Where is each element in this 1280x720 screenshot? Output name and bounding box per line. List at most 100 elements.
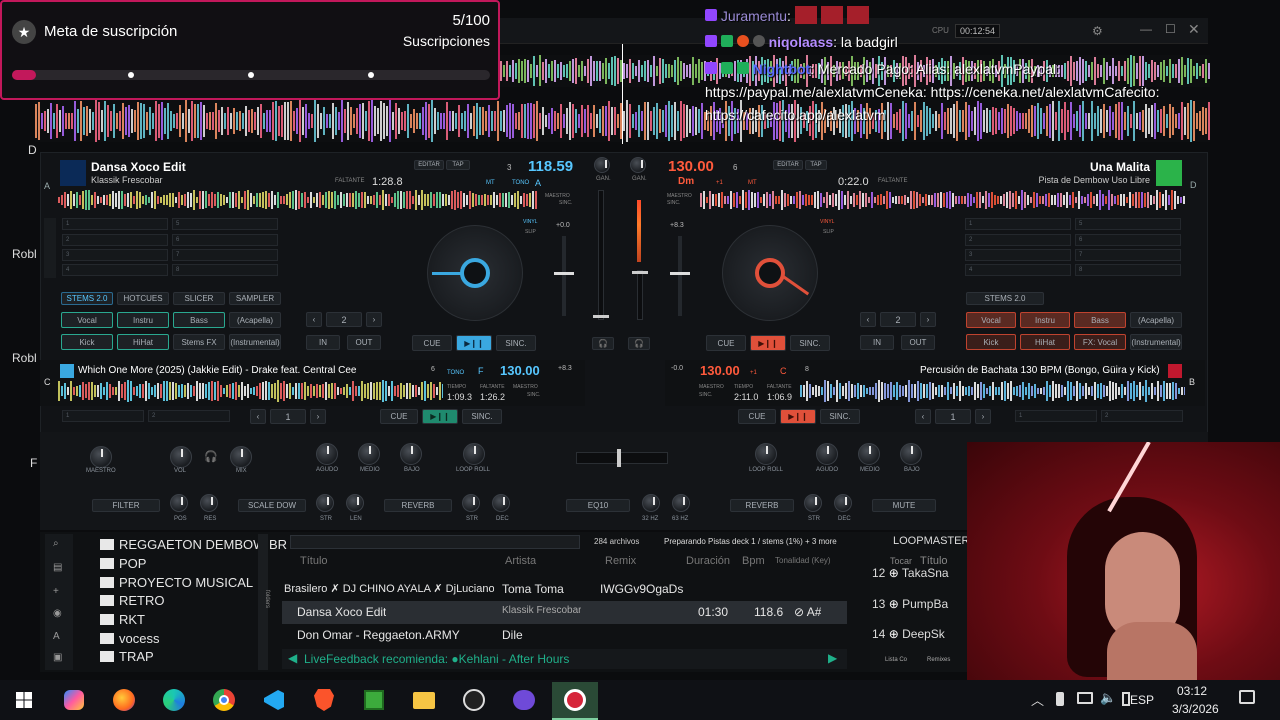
hotcue-slot[interactable]: 3 (62, 249, 168, 261)
loopmasters-lista-tab[interactable]: Lista Co (885, 657, 907, 663)
deck-c-hotcue-2[interactable]: 2 (148, 410, 230, 422)
fx-str2-knob[interactable] (462, 494, 480, 512)
copilot-icon[interactable] (57, 683, 91, 717)
deck-c-waveform[interactable] (58, 380, 443, 402)
deck-b-tab-stems[interactable]: STEMS 2.0 (966, 292, 1044, 305)
deck-a-mt[interactable]: MT (486, 180, 495, 186)
deck-a-vinyl[interactable]: VINYL (523, 219, 537, 225)
hotcue-slot[interactable]: 6 (172, 234, 278, 246)
hotcue-slot[interactable]: 5 (172, 218, 278, 230)
fx-str-knob[interactable] (316, 494, 334, 512)
deck-c-play-button[interactable]: ▶❙❙ (422, 409, 458, 424)
deck-a-sync-button[interactable]: SINC. (496, 335, 536, 351)
deck-d-maestro[interactable]: MAESTRO (699, 384, 724, 390)
pad-acapella[interactable]: (Acapella) (229, 312, 281, 328)
deck-b-loop-value[interactable]: 2 (880, 312, 916, 327)
eq10-select[interactable]: EQ10 (566, 499, 630, 512)
pad-kick[interactable]: Kick (61, 334, 113, 350)
hotcue-slot[interactable]: 4 (62, 264, 168, 276)
tab-slicer[interactable]: SLICER (173, 292, 225, 305)
deck-b-pad-vocal[interactable]: Vocal (966, 312, 1016, 328)
folder-item[interactable]: RETRO (100, 593, 165, 608)
hotcue-slot[interactable]: 2 (62, 234, 168, 246)
volume-icon[interactable]: 🔈 (1100, 690, 1116, 706)
eq-63hz-knob[interactable] (672, 494, 690, 512)
folder-item[interactable]: vocess (100, 631, 159, 646)
headphone-cue-a[interactable]: 🎧 (592, 337, 614, 350)
vol-knob[interactable] (170, 446, 192, 468)
deck-b-loop-in[interactable]: IN (860, 335, 894, 350)
loop-roll-b[interactable] (755, 443, 777, 465)
deck-c-hotcue-1[interactable]: 1 (62, 410, 144, 422)
deck-c-sinc[interactable]: SINC. (527, 392, 540, 398)
brave-icon[interactable] (307, 683, 341, 717)
fx-str-b-knob[interactable] (804, 494, 822, 512)
pad-hihat[interactable]: HiHat (117, 334, 169, 350)
hotcue-slot[interactable]: 7 (172, 249, 278, 261)
loop-item[interactable]: 13 ⊕ PumpBa (872, 597, 948, 611)
obs-icon[interactable] (457, 683, 491, 717)
file-explorer-icon[interactable] (407, 683, 441, 717)
deck-c-loop-value[interactable]: 1 (270, 409, 306, 424)
tab-hotcues[interactable]: HOTCUES (117, 292, 169, 305)
deck-a-loop-prev[interactable]: ‹ (306, 312, 322, 327)
loop-item[interactable]: 12 ⊕ TakaSna (872, 566, 949, 580)
deck-b-pad-instrumental[interactable]: (Instrumental) (1130, 334, 1182, 350)
loop-roll-a[interactable] (463, 443, 485, 465)
col-artista[interactable]: Artista (505, 555, 536, 567)
deck-b-slip[interactable]: SLIP (823, 229, 834, 235)
deck-d-hotcue-2[interactable]: 2 (1101, 410, 1183, 422)
pad-stems-fx[interactable]: Stems FX (173, 334, 225, 350)
headphone-cue-b[interactable]: 🎧 (628, 337, 650, 350)
eq-hi-a[interactable] (316, 443, 338, 465)
vscode-icon[interactable] (257, 683, 291, 717)
hotcue-slot[interactable]: 2 (965, 234, 1071, 246)
add-icon[interactable]: + (53, 586, 59, 597)
deck-a-jogwheel[interactable] (427, 225, 523, 321)
language-indicator[interactable]: ESP (1128, 693, 1154, 707)
deck-a-loop-value[interactable]: 2 (326, 312, 362, 327)
deck-a-loop-in[interactable]: IN (306, 335, 340, 350)
deck-b-sinc[interactable]: SINC. (667, 200, 680, 206)
deck-b-pad-acapella[interactable]: (Acapella) (1130, 312, 1182, 328)
table-row[interactable]: Don Omar - Reggaeton.ARMY Dile (282, 624, 847, 647)
folder-item[interactable]: TRAP (100, 649, 154, 664)
image-icon[interactable]: ▣ (53, 652, 62, 663)
deck-a-tap-button[interactable]: TAP (446, 160, 470, 170)
minimize-icon[interactable]: — (1140, 22, 1152, 36)
deck-a-sinc[interactable]: SINC. (559, 200, 572, 206)
col-tonalidad[interactable]: Tonalidad (Key) (775, 556, 831, 565)
hotcue-slot[interactable]: 6 (1075, 234, 1181, 246)
deck-b-pad-bass[interactable]: Bass (1074, 312, 1126, 328)
fx-dec-b-knob[interactable] (834, 494, 852, 512)
edge-icon[interactable] (157, 683, 191, 717)
pad-vocal[interactable]: Vocal (61, 312, 113, 328)
network-icon[interactable] (1077, 692, 1093, 704)
deck-d-loop-prev[interactable]: ‹ (915, 409, 931, 424)
taskbar-time[interactable]: 03:12 (1177, 684, 1207, 698)
eq-hi-b[interactable] (816, 443, 838, 465)
chrome-icon[interactable] (207, 683, 241, 717)
fx-reverb-select[interactable]: REVERB (384, 499, 452, 512)
gain-knob-b[interactable] (630, 157, 646, 173)
deck-b-waveform[interactable] (700, 190, 1185, 210)
col-duracion[interactable]: Duración (686, 555, 730, 567)
hotcue-slot[interactable]: 5 (1075, 218, 1181, 230)
minecraft-icon[interactable] (357, 683, 391, 717)
hotcue-slot[interactable]: 1 (62, 218, 168, 230)
folder-item[interactable]: POP (100, 556, 146, 571)
deck-c-loop-prev[interactable]: ‹ (250, 409, 266, 424)
hotcue-slot[interactable]: 8 (1075, 264, 1181, 276)
deck-d-cue-button[interactable]: CUE (738, 409, 776, 424)
eq-low-a[interactable] (400, 443, 422, 465)
loop-item[interactable]: 14 ⊕ DeepSk (872, 627, 945, 641)
hotcue-slot[interactable]: 7 (1075, 249, 1181, 261)
deck-d-sinc[interactable]: SINC. (699, 392, 712, 398)
deck-b-jogwheel[interactable] (722, 225, 818, 321)
pad-bass[interactable]: Bass (173, 312, 225, 328)
chat-app-icon[interactable] (507, 683, 541, 717)
search-icon[interactable]: ⌕ (53, 538, 59, 549)
deck-b-loop-out[interactable]: OUT (901, 335, 935, 350)
search-input[interactable] (290, 535, 580, 549)
crossfader[interactable] (576, 449, 668, 467)
